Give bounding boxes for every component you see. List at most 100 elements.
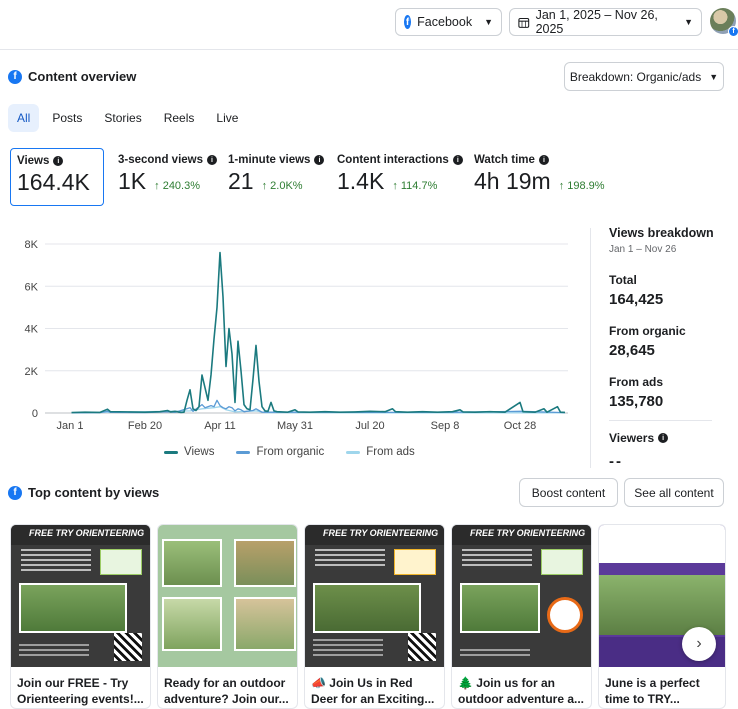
legend-swatch bbox=[346, 450, 361, 454]
legend-label: Views bbox=[184, 446, 215, 458]
metric-label: 3-second views bbox=[118, 154, 204, 166]
post-caption: 🌲 Join us for an outdoor adventure a... bbox=[452, 667, 591, 708]
metric-change: ↑ 114.7% bbox=[392, 180, 438, 192]
metric-3-second-views[interactable]: 3-second views i 1K ↑ 240.3% bbox=[112, 148, 223, 206]
metric-watch-time[interactable]: Watch time i 4h 19m ↑ 198.9% bbox=[468, 148, 611, 206]
chevron-down-icon: ▼ bbox=[484, 17, 493, 27]
content-overview-header: f Content overview bbox=[8, 69, 136, 84]
y-tick-label: 0 bbox=[32, 408, 38, 420]
x-tick-label: Jan 1 bbox=[57, 420, 84, 432]
platform-selector[interactable]: f Facebook ▼ bbox=[395, 8, 502, 36]
account-avatar[interactable]: f bbox=[710, 8, 738, 37]
legend-item-views[interactable]: Views bbox=[164, 446, 214, 458]
content-overview-title: Content overview bbox=[28, 69, 137, 84]
divider bbox=[609, 420, 712, 421]
info-icon[interactable]: i bbox=[538, 155, 549, 165]
poster-title: FREE TRY ORIENTEERING bbox=[470, 528, 586, 538]
chevron-down-icon: ▼ bbox=[709, 71, 719, 82]
breakdown-ads-label: From ads bbox=[609, 375, 664, 389]
viewers-row: Viewers i bbox=[609, 431, 729, 445]
breakdown-dropdown[interactable]: Breakdown: Organic/ads ▼ bbox=[564, 62, 724, 91]
metric-change: ↑ 198.9% bbox=[558, 180, 605, 192]
date-range-picker[interactable]: Jan 1, 2025 – Nov 26, 2025 ▼ bbox=[509, 8, 702, 36]
boost-content-button[interactable]: Boost content bbox=[519, 478, 618, 507]
x-tick-label: Apr 11 bbox=[204, 420, 236, 432]
y-tick-label: 2K bbox=[25, 366, 39, 378]
x-tick-label: May 31 bbox=[277, 420, 313, 432]
chevron-right-icon: › bbox=[696, 635, 702, 652]
metric-label: Content interactions bbox=[337, 154, 449, 166]
metric-content-interactions[interactable]: Content interactions i 1.4K ↑ 114.7% bbox=[331, 148, 469, 206]
qr-code-icon bbox=[114, 633, 142, 661]
facebook-icon: f bbox=[8, 69, 22, 84]
content-card[interactable]: FREE TRY ORIENTEERING 🌲 Join us for an o… bbox=[451, 524, 592, 709]
y-tick-label: 8K bbox=[25, 239, 39, 251]
info-icon[interactable]: i bbox=[53, 156, 64, 166]
tab-live[interactable]: Live bbox=[207, 104, 247, 132]
post-thumbnail: FREE TRY ORIENTEERING bbox=[11, 525, 150, 667]
post-caption: June is a perfect time to TRY... bbox=[605, 676, 700, 706]
tab-all[interactable]: All bbox=[8, 104, 40, 132]
views-breakdown-title: Views breakdown bbox=[609, 226, 714, 240]
x-tick-label: Jul 20 bbox=[355, 420, 384, 432]
legend-item-from-ads[interactable]: From ads bbox=[346, 446, 415, 458]
calendar-icon bbox=[518, 17, 530, 28]
facebook-icon: f bbox=[8, 485, 22, 500]
x-tick-label: Oct 28 bbox=[504, 420, 536, 432]
info-icon[interactable]: i bbox=[314, 155, 325, 165]
x-tick-label: Feb 20 bbox=[128, 420, 162, 432]
chevron-down-icon: ▼ bbox=[684, 17, 693, 27]
post-caption: Ready for an outdoor adventure? Join our… bbox=[164, 676, 289, 706]
date-range-label: Jan 1, 2025 – Nov 26, 2025 bbox=[535, 8, 658, 36]
facebook-badge-icon: f bbox=[728, 26, 738, 37]
platform-label: Facebook bbox=[417, 15, 473, 29]
post-caption: Join our FREE - Try Orienteering events!… bbox=[17, 676, 144, 706]
breakdown-total-label: Total bbox=[609, 273, 637, 287]
legend-swatch bbox=[236, 450, 251, 454]
metric-1-minute-views[interactable]: 1-minute views i 21 ↑ 2.0K% bbox=[222, 148, 330, 206]
metric-value: 164.4K bbox=[17, 169, 90, 195]
metric-views[interactable]: Views i 164.4K bbox=[10, 148, 104, 206]
carousel-next-button[interactable]: › bbox=[682, 627, 716, 661]
metric-value: 1.4K bbox=[337, 168, 385, 194]
series-line-from-organic bbox=[71, 399, 566, 414]
views-breakdown-panel: Views breakdown Jan 1 – Nov 26 Total 164… bbox=[609, 226, 729, 470]
see-all-content-button[interactable]: See all content bbox=[624, 478, 724, 507]
series-line-views bbox=[71, 251, 566, 414]
y-tick-label: 4K bbox=[25, 324, 39, 336]
content-card[interactable]: FREE TRY ORIENTEERING Join our FREE - Tr… bbox=[10, 524, 151, 709]
metric-value: 21 bbox=[228, 168, 254, 194]
content-card[interactable]: FREE TRY ORIENTEERING 📣 Join Us in Red D… bbox=[304, 524, 445, 709]
legend-label: From ads bbox=[366, 446, 415, 458]
tab-stories[interactable]: Stories bbox=[95, 104, 150, 132]
metric-change: ↑ 2.0K% bbox=[261, 180, 303, 192]
legend-item-from-organic[interactable]: From organic bbox=[236, 446, 324, 458]
post-caption-text: Join Us in Red Deer for an Exciting... bbox=[311, 676, 435, 706]
metric-label: Views bbox=[17, 155, 50, 167]
panel-divider bbox=[590, 228, 591, 468]
breakdown-organic-label: From organic bbox=[609, 324, 686, 338]
tab-reels[interactable]: Reels bbox=[155, 104, 204, 132]
top-content-title: Top content by views bbox=[28, 485, 160, 500]
content-card[interactable]: June is a perfect time to TRY... bbox=[598, 524, 726, 709]
content-card[interactable]: Ready for an outdoor adventure? Join our… bbox=[157, 524, 298, 709]
tab-posts[interactable]: Posts bbox=[43, 104, 91, 132]
content-type-tabs: All Posts Stories Reels Live bbox=[8, 104, 247, 132]
viewers-label: Viewers bbox=[609, 431, 655, 445]
breakdown-label: Breakdown: Organic/ads bbox=[569, 69, 702, 84]
poster-title: FREE TRY ORIENTEERING bbox=[323, 528, 439, 538]
legend-swatch bbox=[164, 450, 178, 454]
facebook-icon: f bbox=[404, 15, 412, 29]
metric-label: 1-minute views bbox=[228, 154, 311, 166]
metric-value: 4h 19m bbox=[474, 168, 551, 194]
metric-label: Watch time bbox=[474, 154, 535, 166]
info-icon[interactable]: i bbox=[452, 155, 463, 165]
post-caption: 📣 Join Us in Red Deer for an Exciting... bbox=[305, 667, 444, 708]
info-icon[interactable]: i bbox=[658, 433, 669, 443]
breakdown-organic-value: 28,645 bbox=[609, 342, 655, 359]
metric-change: ↑ 240.3% bbox=[154, 180, 201, 192]
metric-value: 1K bbox=[118, 168, 147, 194]
info-icon[interactable]: i bbox=[207, 155, 218, 165]
breakdown-total-value: 164,425 bbox=[609, 291, 664, 308]
post-thumbnail: FREE TRY ORIENTEERING bbox=[452, 525, 591, 667]
